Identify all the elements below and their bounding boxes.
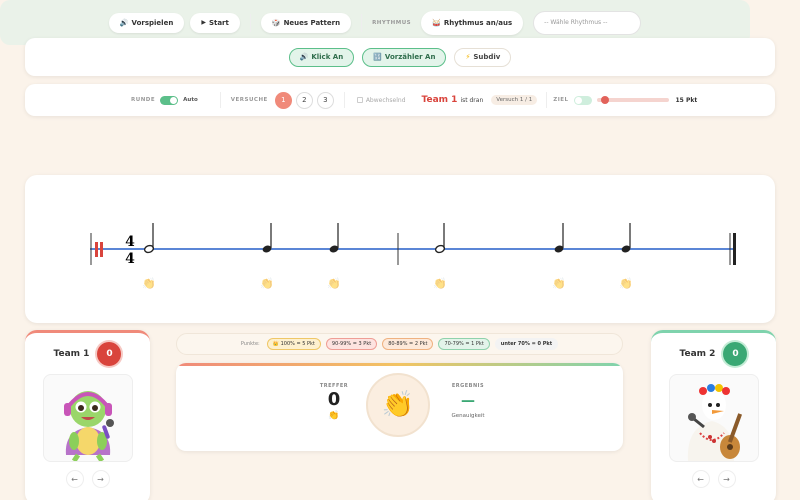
final-barline-thick <box>733 233 736 265</box>
play-icon: ▶ <box>201 19 206 26</box>
points-chip-100: 👑 100% = 5 Pkt <box>266 338 321 350</box>
feedback-circle: 👏 <box>366 373 430 437</box>
team1-prev-avatar-button[interactable]: ← <box>65 470 84 488</box>
points-chip-70: 70-79% = 1 Pkt <box>438 338 490 350</box>
clap-icon: 👏 <box>619 277 633 290</box>
vorspielen-button[interactable]: 🔊 Vorspielen <box>108 12 185 33</box>
team1-score-badge: 0 <box>97 342 122 366</box>
abwechselnd-checkbox[interactable] <box>356 97 363 103</box>
neues-pattern-button[interactable]: 🎲 Neues Pattern <box>260 12 352 33</box>
team2-name: Team 2 <box>679 349 716 359</box>
genauigkeit-label: Genauigkeit <box>451 413 485 419</box>
rhythm-staff: 4 4 👏 👏 👏 👏 👏 👏 <box>25 175 775 323</box>
time-signature-top: 4 <box>125 234 135 250</box>
points-chip-80: 80-89% = 2 Pkt <box>382 338 434 350</box>
ziel-toggle[interactable] <box>573 95 592 105</box>
lightning-icon: ⚡ <box>465 53 471 61</box>
goose-avatar-icon <box>687 384 742 461</box>
quarter-note: 👏 <box>260 223 274 290</box>
team2-prev-avatar-button[interactable]: ← <box>691 470 710 488</box>
divider <box>343 92 345 108</box>
klick-toggle-button[interactable]: 🔊 Klick An <box>288 47 355 67</box>
half-note: 👏 <box>433 223 447 290</box>
divider <box>546 92 548 108</box>
quarter-note: 👏 <box>552 223 566 290</box>
result-card: TREFFER 0 👏 👏 ERGEBNIS — Genauigkeit <box>176 363 623 451</box>
ziel-value: 15 Pkt <box>675 96 698 104</box>
vorzaehler-toggle-button[interactable]: 🔢 Vorzähler An <box>362 47 447 67</box>
clap-icon: 👏 <box>433 277 447 290</box>
team2-card: Team 2 0 ← → <box>651 330 776 500</box>
top-toggle-bar: 🔊 Klick An 🔢 Vorzähler An ⚡ Subdiv <box>25 38 775 76</box>
speaker-icon: 🔊 <box>299 53 309 61</box>
ziel-label: ZIEL <box>553 97 569 103</box>
percussion-clef <box>95 242 98 257</box>
half-note: 👏 <box>142 223 156 290</box>
runde-label: RUNDE <box>131 97 156 103</box>
quarter-note: 👏 <box>619 223 633 290</box>
abwechselnd-label: Abwechselnd <box>365 96 406 104</box>
team2-next-avatar-button[interactable]: → <box>717 470 736 488</box>
team1-avatar[interactable] <box>42 374 133 462</box>
team2-score-badge: 0 <box>723 342 748 366</box>
quarter-note: 👏 <box>327 223 341 290</box>
rhythmus-select[interactable]: -- Wähle Rhythmus -- <box>533 10 642 35</box>
clap-icon: 👏 <box>327 277 341 290</box>
versuche-label: VERSUCHE <box>230 97 268 103</box>
clap-icon: 👏 <box>260 277 274 290</box>
points-chip-90: 90-99% = 3 Pkt <box>325 338 378 350</box>
points-legend: Punkte: 👑 100% = 5 Pkt 90-99% = 3 Pkt 80… <box>176 333 623 355</box>
speaker-icon: 🔊 <box>119 18 129 27</box>
current-team: Team 1 <box>421 95 458 105</box>
team1-name: Team 1 <box>53 349 90 359</box>
team1-next-avatar-button[interactable]: → <box>91 470 110 488</box>
subdiv-toggle-button[interactable]: ⚡ Subdiv <box>454 47 512 67</box>
drum-icon: 🥁 <box>432 18 441 27</box>
clap-icon: 👏 <box>381 390 415 420</box>
notes-layer: 👏 👏 👏 👏 👏 👏 <box>142 223 633 290</box>
auto-label: Auto <box>183 97 198 103</box>
versuche-option-3[interactable]: 3 <box>316 91 334 109</box>
ergebnis-value: — <box>461 393 475 409</box>
divider <box>219 92 221 108</box>
team2-avatar[interactable] <box>668 374 759 462</box>
dice-icon: 🎲 <box>271 18 281 27</box>
numbers-icon: 🔢 <box>373 53 382 61</box>
result-gradient-bar <box>176 363 623 366</box>
turtle-avatar-icon <box>63 391 114 461</box>
rhythmus-toggle-button[interactable]: 🥁 Rhythmus an/aus <box>421 10 524 35</box>
crown-icon: 👑 <box>272 341 279 347</box>
auto-round-toggle[interactable] <box>160 95 179 105</box>
treffer-value: 0 <box>327 389 341 410</box>
settings-bar: RUNDE Auto VERSUCHE 1 2 3 Abwechselnd Te… <box>25 84 775 116</box>
versuche-option-2[interactable]: 2 <box>295 91 313 109</box>
slider-knob[interactable] <box>600 95 609 104</box>
ergebnis-block: ERGEBNIS — Genauigkeit <box>438 383 498 419</box>
clap-icon: 👏 <box>142 277 156 290</box>
ziel-slider[interactable] <box>596 95 669 104</box>
staff-svg: 4 4 👏 👏 👏 👏 👏 👏 <box>90 223 736 290</box>
start-button[interactable]: ▶ Start <box>190 12 240 33</box>
attempt-badge: Versuch 1 / 1 <box>491 95 538 105</box>
divider <box>361 13 363 32</box>
rhythmus-label: RHYTHMUS <box>372 19 412 26</box>
clap-icon: 👏 <box>328 411 340 421</box>
versuche-option-1[interactable]: 1 <box>274 91 292 109</box>
turn-suffix: ist dran <box>460 96 484 104</box>
treffer-block: TREFFER 0 👏 <box>304 383 364 421</box>
percussion-clef <box>100 242 103 257</box>
points-label: Punkte: <box>240 341 260 347</box>
time-signature-bottom: 4 <box>125 251 135 267</box>
team1-card: Team 1 0 ← → <box>25 330 150 500</box>
points-chip-under70: unter 70% = 0 Pkt <box>494 338 559 350</box>
divider <box>249 13 251 32</box>
clap-icon: 👏 <box>552 277 566 290</box>
